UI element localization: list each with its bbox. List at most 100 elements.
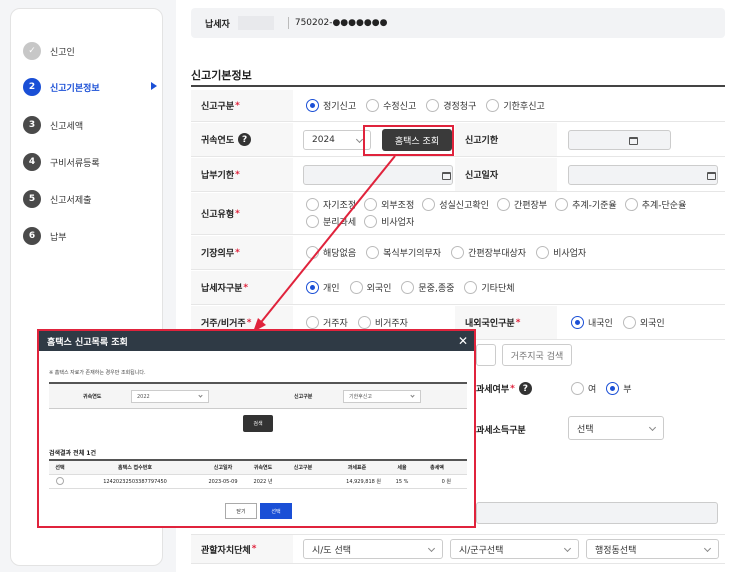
step-number: 4 — [23, 153, 41, 171]
modal-close-button[interactable]: 닫기 — [225, 503, 257, 519]
report-date — [568, 165, 718, 185]
radio-amended[interactable]: 수정신고 — [366, 99, 416, 112]
pay-deadline-date[interactable] — [303, 165, 453, 185]
residency-radios: 거주자 비거주자 — [306, 316, 408, 329]
step-label: 신고인 — [50, 47, 75, 58]
close-icon[interactable]: ✕ — [458, 334, 468, 348]
radio-correction[interactable]: 경정청구 — [426, 99, 476, 112]
radio-resident[interactable]: 거주자 — [306, 316, 348, 329]
table-header: 선택 홈택스 접수번호 신고일자 귀속연도 신고구분 과세표준 세율 총세액 — [49, 461, 467, 475]
radio-other-group[interactable]: 기타단체 — [464, 281, 515, 294]
step-label: 신고세액 — [50, 121, 84, 132]
radio-self-adjust[interactable]: 자기조정 — [306, 198, 356, 211]
check-icon: ✓ — [23, 42, 41, 60]
deadline-label: 신고기한 — [455, 123, 557, 156]
radio-individual[interactable]: 개인 — [306, 281, 340, 294]
radio-sincere[interactable]: 성실신고확인 — [422, 198, 489, 211]
radio-no[interactable]: 부 — [606, 382, 632, 395]
help-icon[interactable]: ? — [238, 133, 252, 146]
field-label: 귀속연도? — [191, 123, 293, 156]
chevron-down-icon — [410, 393, 415, 398]
radio-non-business[interactable]: 비사업자 — [364, 215, 414, 228]
field-label: 납부기한 * — [191, 158, 293, 191]
chevron-down-icon — [427, 544, 436, 553]
row-select-radio[interactable] — [56, 476, 64, 485]
bookkeeping-radios: 해당없음 복식부기의무자 간편장부대상자 비사업자 — [306, 246, 586, 259]
taxpayer-type-radios: 개인 외국인 문중,종중 기타단체 — [306, 281, 515, 294]
step-payment[interactable]: 6 납부 — [23, 226, 157, 246]
separate-income-select[interactable]: 선택 — [568, 416, 664, 440]
step-number: 6 — [23, 227, 41, 245]
address-field — [476, 502, 718, 524]
modal-select-button[interactable]: 선택 — [260, 503, 292, 519]
type-filter-select[interactable]: 기한후신고 — [343, 390, 421, 403]
modal-search-button[interactable]: 검색 — [243, 415, 273, 432]
chevron-down-icon — [355, 135, 364, 144]
step-label: 구비서류등록 — [50, 158, 100, 169]
separate-income-label: 과세소득구분 — [476, 426, 526, 436]
chevron-down-icon — [648, 423, 657, 432]
radio-regular[interactable]: 정기신고 — [306, 99, 356, 112]
chevron-down-icon — [703, 544, 712, 553]
report-type-radios: 정기신고 수정신고 경정청구 기한후신고 — [306, 99, 545, 112]
radio-estimate-base[interactable]: 추계-기준율 — [555, 198, 617, 211]
row-pay-deadline: 납부기한 * 신고일자 — [191, 158, 725, 192]
step-number: 2 — [23, 78, 41, 96]
calendar-icon — [707, 172, 716, 180]
radio-simple-book[interactable]: 간편장부 — [496, 198, 547, 211]
hometax-list-modal: 홈택스 신고목록 조회 ✕ ※ 홈택스 자료가 존재하는 경우만 조회됩니다. … — [37, 329, 476, 528]
step-submit[interactable]: 5 신고서제출 — [23, 189, 157, 209]
row-report-kind: 신고유형 * 자기조정 외부조정 성실신고확인 간편장부 추계-기준율 추계-단순… — [191, 193, 725, 235]
section-title: 신고기본정보 — [191, 69, 252, 82]
radio-simple-book-target[interactable]: 간편장부대상자 — [451, 246, 526, 259]
residence-country-input[interactable] — [476, 344, 496, 366]
radio-domestic[interactable]: 내국인 — [571, 316, 613, 329]
row-year: 귀속연도? 2024 홈택스 조회 신고기한 — [191, 123, 725, 157]
row-bookkeeping: 기장의무 * 해당없음 복식부기의무자 간편장부대상자 비사업자 — [191, 236, 725, 270]
step-documents[interactable]: 4 구비서류등록 — [23, 152, 157, 172]
radio-non-resident[interactable]: 비거주자 — [357, 316, 408, 329]
report-date-label: 신고일자 — [455, 158, 557, 191]
sigungu-select[interactable]: 시/군구선택 — [450, 539, 579, 559]
deadline-date — [568, 130, 671, 150]
radio-external-adjust[interactable]: 외부조정 — [364, 198, 414, 211]
row-report-type: 신고구분 * 정기신고 수정신고 경정청구 기한후신고 — [191, 90, 725, 122]
year-filter-label: 귀속연도 — [83, 394, 102, 400]
nationality-radios: 내국인 외국인 — [571, 316, 665, 329]
step-reporter[interactable]: ✓ 신고인 — [23, 41, 157, 61]
chevron-down-icon — [198, 393, 203, 398]
modal-header: 홈택스 신고목록 조회 ✕ — [39, 331, 474, 351]
type-filter-label: 신고구분 — [294, 394, 313, 400]
taxpayer-bar: 납세자 750202-●●●●●●● — [191, 8, 725, 38]
radio-clan[interactable]: 문중,종중 — [401, 281, 454, 294]
radio-estimate-simple[interactable]: 추계-단순율 — [624, 198, 686, 211]
table-row[interactable]: 124202325033877974​50 2023-05-09 2022 년 … — [49, 475, 467, 489]
step-label: 신고기본정보 — [50, 83, 100, 94]
sido-select[interactable]: 시/도 선택 — [303, 539, 443, 559]
dong-select[interactable]: 행정동선택 — [586, 539, 719, 559]
field-label: 신고유형 * — [191, 193, 293, 234]
radio-late[interactable]: 기한후신고 — [486, 99, 545, 112]
radio-double-entry[interactable]: 복식부기의무자 — [366, 246, 441, 259]
field-label: 관할자치단체 * — [191, 535, 293, 563]
radio-not-applicable[interactable]: 해당없음 — [306, 246, 356, 259]
help-icon[interactable]: ? — [518, 382, 532, 395]
step-label: 신고서제출 — [50, 195, 92, 206]
radio-foreign[interactable]: 외국인 — [622, 316, 665, 329]
step-tax-amount[interactable]: 3 신고세액 — [23, 115, 157, 135]
row-taxpayer-type: 납세자구분 * 개인 외국인 문중,종중 기타단체 — [191, 271, 725, 305]
hometax-button-highlight — [363, 125, 454, 156]
taxpayer-id: 750202-●●●●●●● — [294, 18, 388, 28]
step-basic-info[interactable]: 2 신고기본정보 — [23, 77, 157, 97]
chevron-down-icon — [563, 544, 572, 553]
radio-foreigner[interactable]: 외국인 — [349, 281, 391, 294]
year-filter-select[interactable]: 2022 — [131, 390, 209, 403]
radio-yes[interactable]: 여 — [571, 382, 596, 395]
current-step-caret-icon — [151, 82, 157, 90]
year-select[interactable]: 2024 — [303, 130, 371, 150]
radio-non-business-2[interactable]: 비사업자 — [536, 246, 586, 259]
taxpayer-label: 납세자 — [205, 19, 230, 30]
divider — [287, 17, 289, 29]
radio-separate-tax[interactable]: 분리과세 — [306, 215, 356, 228]
residence-country-search-button[interactable]: 거주지국 검색 — [502, 344, 572, 366]
